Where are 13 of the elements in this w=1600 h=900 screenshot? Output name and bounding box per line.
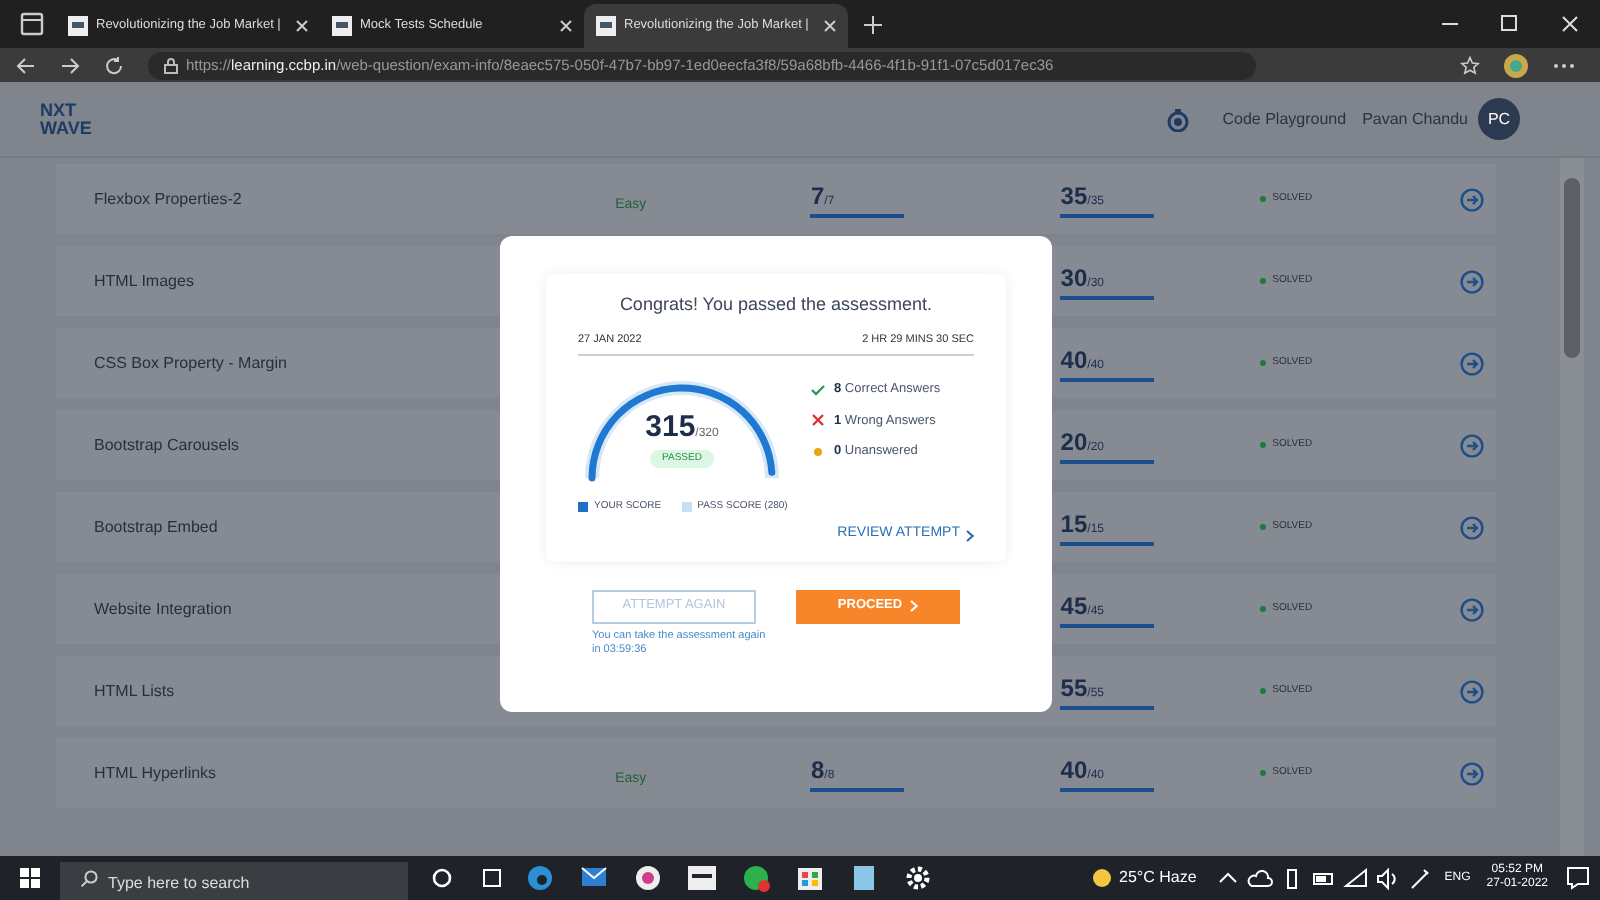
problem-name: Bootstrap Carousels xyxy=(94,433,239,457)
problem-name: Bootstrap Embed xyxy=(94,515,218,539)
result-title: Congrats! You passed the assessment. xyxy=(617,292,935,318)
problem-name: CSS Box Property - Margin xyxy=(94,351,287,375)
weather-text: 25°C Haze xyxy=(1119,866,1197,890)
problem-name: HTML Hyperlinks xyxy=(94,761,217,785)
problem-name: HTML Lists xyxy=(94,679,175,703)
problem-name: Flexbox Properties-2 xyxy=(94,187,242,211)
logo-text: WAVE xyxy=(40,119,92,137)
user-name: Pavan Chandu xyxy=(1362,107,1468,131)
logo-text: NXT xyxy=(40,101,78,119)
problem-name: Website Integration xyxy=(94,597,232,621)
problem-name: HTML Images xyxy=(94,269,194,293)
